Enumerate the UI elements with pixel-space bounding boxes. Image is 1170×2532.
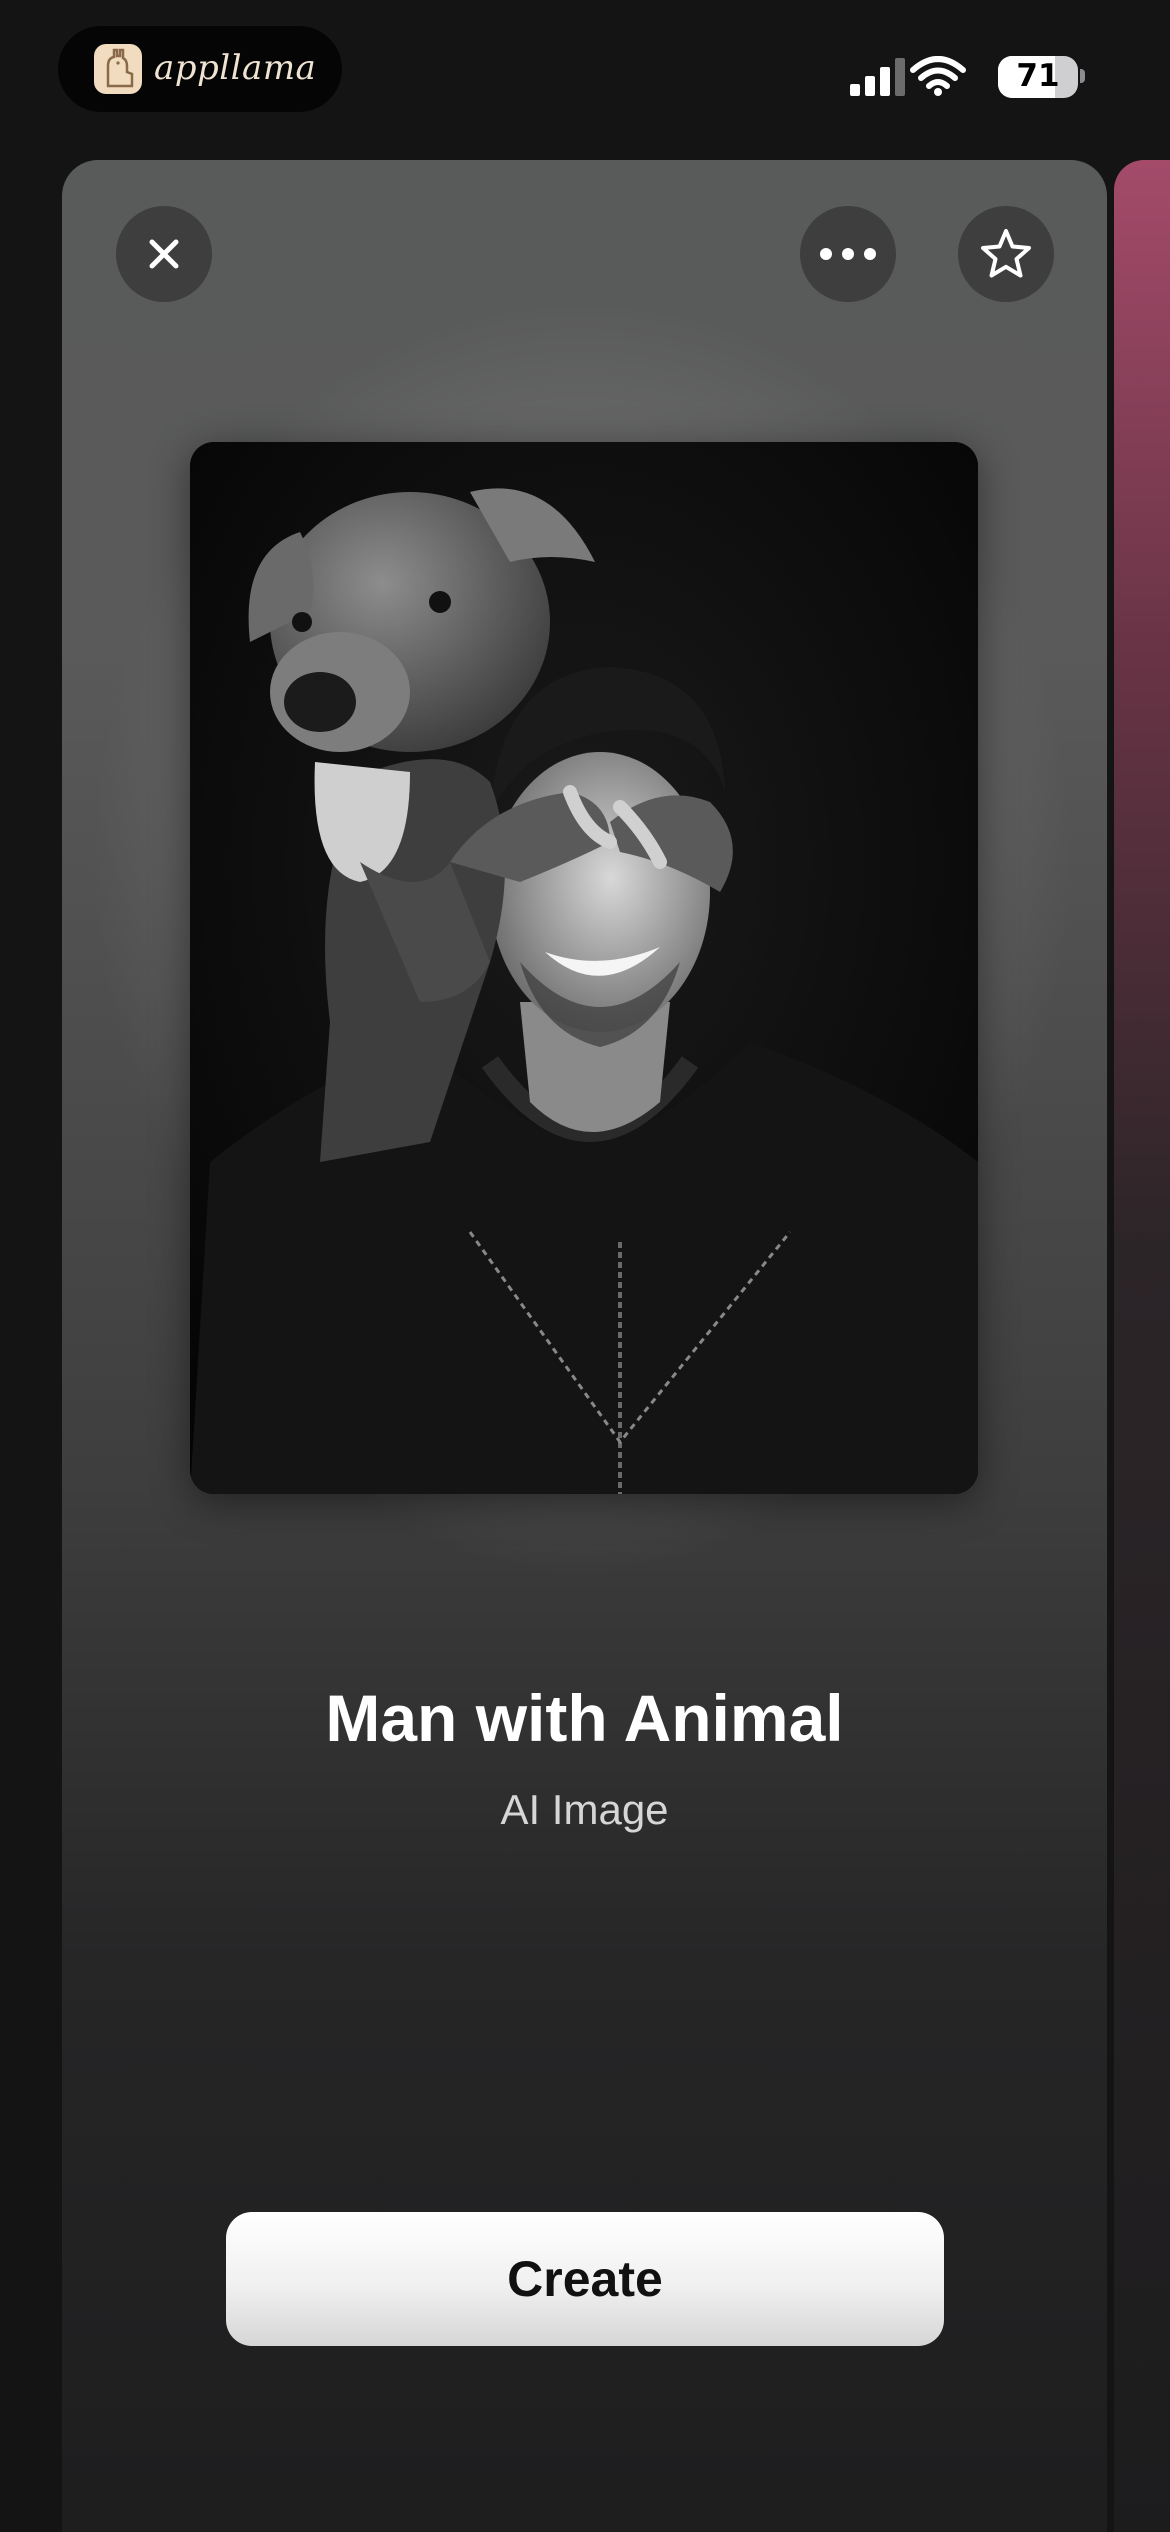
- close-button[interactable]: [116, 206, 212, 302]
- cellular-signal-icon: [850, 58, 905, 96]
- template-title: Man with Animal: [325, 1681, 844, 1755]
- favorite-button[interactable]: [958, 206, 1054, 302]
- preview-image[interactable]: [190, 442, 978, 1494]
- portrait-image: [190, 442, 978, 1494]
- app-name: appllama: [154, 48, 317, 88]
- llama-logo-icon: [94, 44, 142, 94]
- wifi-icon: [910, 56, 966, 96]
- screen: appllama 71 Man with Animal AI Image Cre…: [0, 0, 1170, 2532]
- create-button[interactable]: Create: [226, 2212, 944, 2346]
- battery-cap: [1080, 69, 1085, 83]
- next-card-peek[interactable]: [1114, 160, 1170, 2532]
- app-pill[interactable]: appllama: [58, 26, 342, 112]
- status-bar: appllama 71: [0, 0, 1170, 150]
- battery-indicator: 71: [998, 56, 1078, 98]
- battery-level: 71: [1016, 58, 1060, 94]
- template-subtitle: AI Image: [500, 1786, 669, 1833]
- more-horizontal-icon: [820, 248, 876, 260]
- template-card: Man with Animal AI Image Create: [62, 160, 1107, 2532]
- star-icon: [981, 229, 1031, 278]
- close-icon: [149, 239, 179, 269]
- more-options-button[interactable]: [800, 206, 896, 302]
